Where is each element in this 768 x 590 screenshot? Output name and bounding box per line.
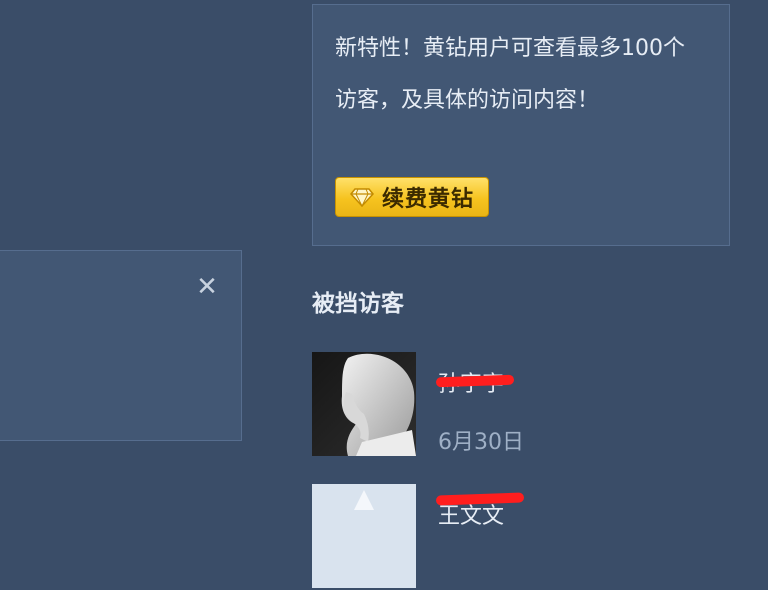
renew-button-label: 续费黄钻 <box>382 187 475 212</box>
section-title-blocked-visitors: 被挡访客 <box>312 291 404 317</box>
renew-yellow-diamond-button[interactable]: 续费黄钻 <box>335 177 490 217</box>
diamond-icon <box>350 187 374 208</box>
avatar[interactable] <box>312 484 416 588</box>
close-button[interactable]: ✕ <box>193 273 221 301</box>
visitor-item: 孙宇宇 6月30日 <box>312 352 732 458</box>
yellow-diamond-promo-card: 新特性！黄钻用户可查看最多100个访客，及具体的访问内容！ 续费黄钻 <box>312 4 730 246</box>
visit-date: 6月30日 <box>438 430 524 455</box>
promo-text: 新特性！黄钻用户可查看最多100个访客，及具体的访问内容！ <box>335 36 685 113</box>
redaction-mark <box>435 492 525 506</box>
visitor-item: 王文文 <box>312 484 732 590</box>
close-icon[interactable]: ✕ <box>196 272 218 302</box>
avatar[interactable] <box>312 352 416 456</box>
left-dialog-panel: ✕ <box>0 250 242 441</box>
